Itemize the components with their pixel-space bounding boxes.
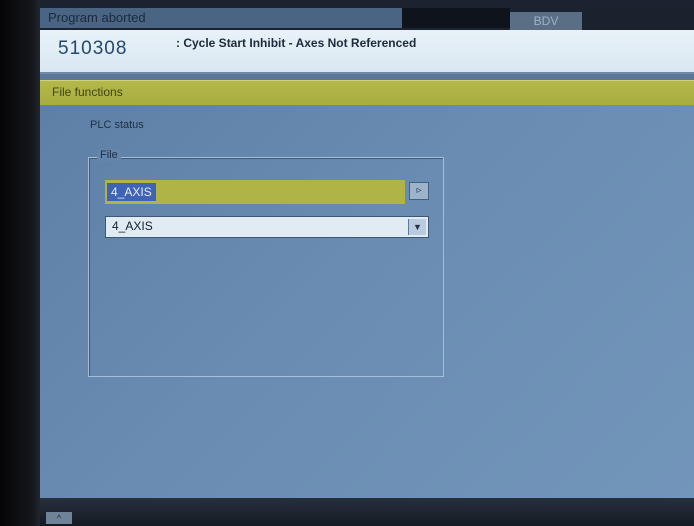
- alarm-number: 510308: [58, 38, 128, 59]
- file-group-label: File: [97, 149, 121, 161]
- browse-button[interactable]: ▹: [409, 182, 429, 200]
- alarm-message: : Cycle Start Inhibit - Axes Not Referen…: [176, 36, 417, 50]
- monitor-bezel: [0, 0, 40, 526]
- softkey-button[interactable]: ^: [46, 512, 72, 524]
- status-right-area: [582, 8, 694, 30]
- channel-label: BDV: [510, 12, 582, 30]
- status-spacer: [402, 8, 510, 28]
- alarm-bar: 510308 : Cycle Start Inhibit - Axes Not …: [40, 30, 694, 74]
- program-state-label: Program aborted: [40, 8, 402, 28]
- file-group: File 4_AXIS ▹ 4_AXIS ▼: [88, 149, 444, 377]
- bottom-softkey-bar: ^: [40, 498, 694, 526]
- plc-status-label: PLC status: [90, 119, 144, 131]
- file-name-value: 4_AXIS: [107, 183, 156, 201]
- section-title: File functions: [52, 85, 123, 99]
- chevron-down-icon[interactable]: ▼: [408, 219, 426, 235]
- file-select[interactable]: 4_AXIS ▼: [105, 216, 429, 238]
- file-select-value: 4_AXIS: [112, 219, 153, 233]
- browse-icon: ▹: [416, 185, 422, 196]
- main-panel: PLC status File 4_AXIS ▹ 4_AXIS ▼: [40, 105, 694, 498]
- file-name-input[interactable]: 4_AXIS: [105, 180, 405, 204]
- cnc-screen: Program aborted BDV 510308 : Cycle Start…: [0, 0, 694, 526]
- section-header: File functions: [40, 80, 694, 106]
